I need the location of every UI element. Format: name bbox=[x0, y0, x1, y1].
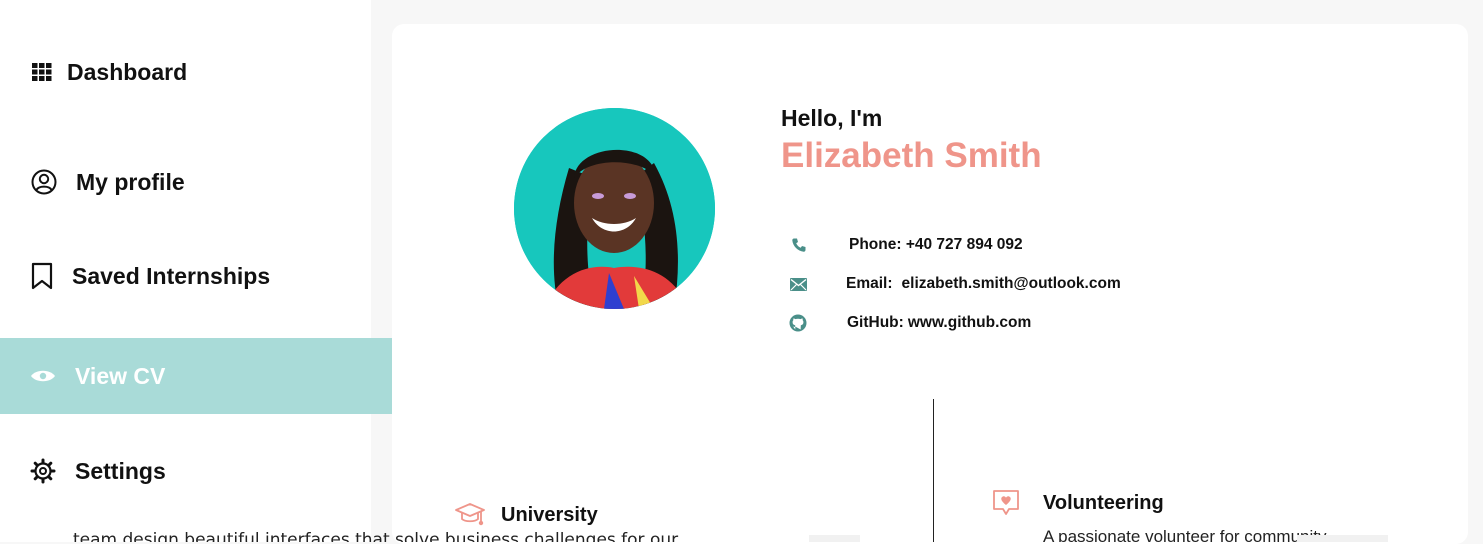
sidebar-item-saved-internships[interactable]: Saved Internships bbox=[0, 256, 400, 296]
user-circle-icon bbox=[31, 169, 57, 195]
sidebar-item-label: View CV bbox=[75, 362, 166, 389]
sidebar-item-my-profile[interactable]: My profile bbox=[0, 162, 402, 202]
contact-github: GitHub: www.github.com bbox=[788, 314, 1031, 332]
partial-block bbox=[1297, 535, 1388, 542]
contact-email: Email: elizabeth.smith@outlook.com bbox=[788, 275, 1121, 293]
sidebar-item-label: Saved Internships bbox=[72, 262, 271, 289]
sidebar-item-label: Dashboard bbox=[67, 58, 188, 85]
bookmark-icon bbox=[29, 262, 55, 290]
eye-icon bbox=[30, 368, 56, 384]
email-label: Email: bbox=[846, 275, 893, 292]
section-title: University bbox=[501, 503, 598, 526]
sidebar: Dashboard My profile Saved Internships V… bbox=[0, 0, 401, 542]
graduation-cap-icon bbox=[454, 502, 486, 528]
section-title: Volunteering bbox=[1043, 491, 1164, 514]
sidebar-item-dashboard[interactable]: Dashboard bbox=[0, 52, 403, 92]
column-divider bbox=[933, 399, 934, 542]
section-volunteering: Volunteering bbox=[991, 488, 1164, 518]
phone-text: Phone: +40 727 894 092 bbox=[849, 236, 1023, 253]
gear-icon bbox=[30, 458, 56, 484]
github-icon bbox=[788, 314, 808, 332]
about-text-partial: team design beautiful interfaces that so… bbox=[73, 530, 679, 542]
github-value[interactable]: www.github.com bbox=[908, 314, 1031, 332]
sidebar-item-view-cv[interactable]: View CV bbox=[0, 338, 401, 414]
phone-icon bbox=[789, 237, 809, 253]
heart-chat-icon bbox=[991, 488, 1021, 518]
grid-icon bbox=[32, 63, 52, 81]
contact-phone: Phone: +40 727 894 092 bbox=[789, 236, 1023, 254]
greeting: Hello, I'm bbox=[781, 105, 883, 131]
section-university: University bbox=[454, 502, 598, 528]
email-value[interactable]: elizabeth.smith@outlook.com bbox=[902, 275, 1121, 293]
sidebar-item-label: Settings bbox=[75, 457, 166, 484]
partial-block bbox=[809, 535, 860, 542]
sidebar-item-label: My profile bbox=[76, 168, 185, 195]
sidebar-item-settings[interactable]: Settings bbox=[0, 450, 401, 492]
profile-photo bbox=[514, 108, 715, 309]
github-label: GitHub: bbox=[847, 314, 904, 331]
profile-name: Elizabeth Smith bbox=[781, 136, 1042, 175]
envelope-icon bbox=[788, 277, 808, 291]
